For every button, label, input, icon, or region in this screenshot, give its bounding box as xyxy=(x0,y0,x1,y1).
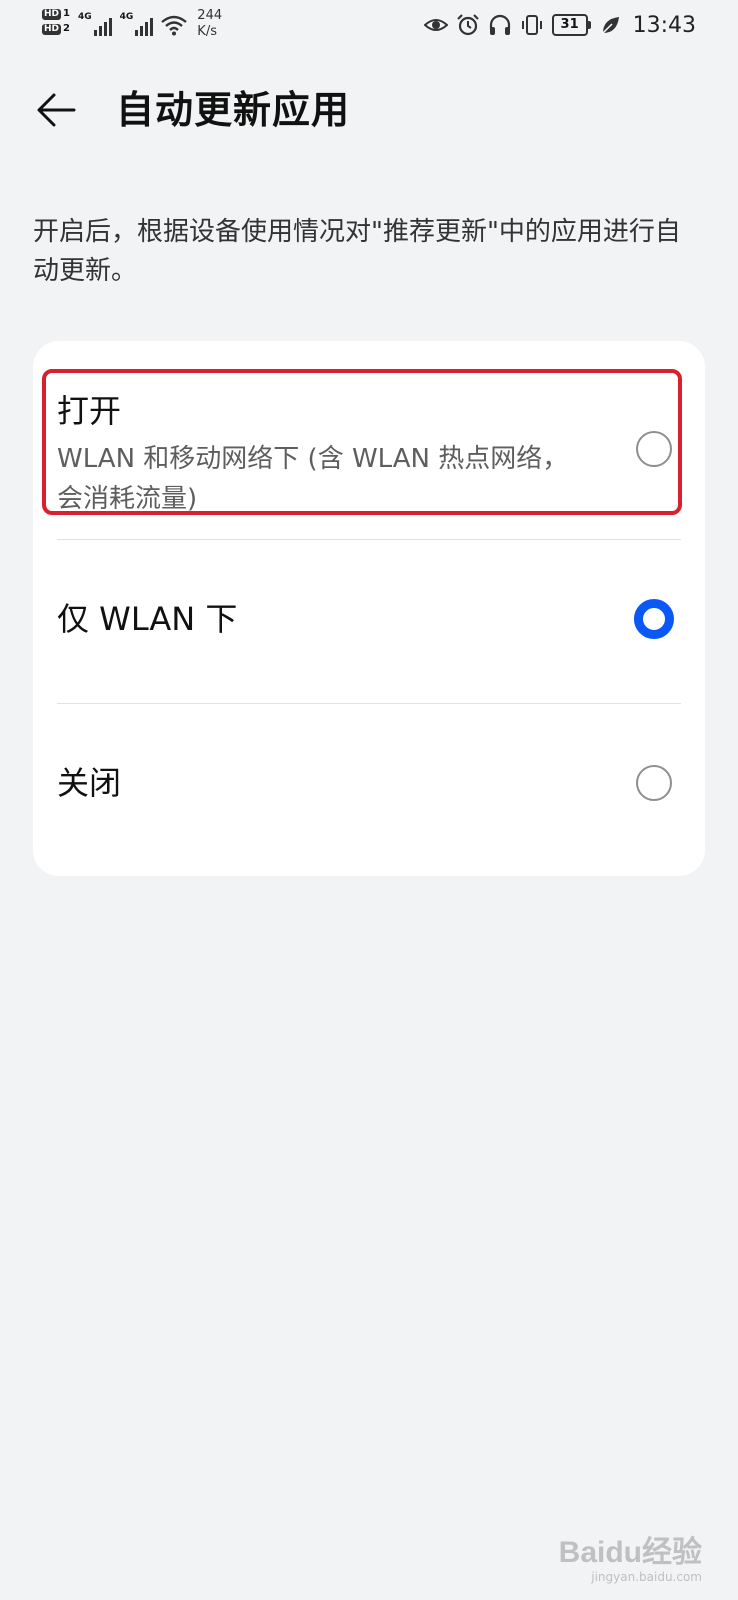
radio-button[interactable] xyxy=(636,765,672,801)
radio-button[interactable] xyxy=(636,431,672,467)
description-text: 开启后，根据设备使用情况对"推荐更新"中的应用进行自动更新。 xyxy=(33,217,681,286)
option-label: 关闭 xyxy=(57,764,122,802)
option-wlan-only[interactable]: 仅 WLAN 下 xyxy=(33,539,705,699)
option-label: 打开 xyxy=(57,392,122,430)
status-bar-right: 31 13:43 xyxy=(423,12,696,38)
network-type: 4G xyxy=(119,12,134,22)
arrow-left-icon xyxy=(37,93,76,127)
option-off[interactable]: 关闭 xyxy=(33,703,705,863)
options-card: 打开 WLAN 和移动网络下 (含 WLAN 热点网络，会消耗流量) 仅 WLA… xyxy=(33,341,705,876)
watermark-logo: Baidu经验 xyxy=(558,1536,702,1569)
radio-button-selected[interactable] xyxy=(634,599,674,639)
speed-unit: K/s xyxy=(197,24,217,39)
hd-badge: HD xyxy=(42,23,62,35)
watermark-url: jingyan.baidu.com xyxy=(591,1570,702,1584)
vibrate-icon xyxy=(521,15,542,35)
eye-icon xyxy=(423,19,448,31)
sim-index: 2 xyxy=(63,23,70,34)
hd-badge: HD xyxy=(42,8,62,20)
status-bar-left: HD 1 HD 2 4G 4G 244 K/s xyxy=(42,8,222,40)
network-speed: 244 K/s xyxy=(197,8,222,40)
option-sublabel: WLAN 和移动网络下 (含 WLAN 热点网络，会消耗流量) xyxy=(57,444,569,514)
page-title: 自动更新应用 xyxy=(116,88,351,132)
headphones-icon xyxy=(489,14,510,35)
sim2-indicator: HD 2 xyxy=(42,23,70,35)
sim-index: 1 xyxy=(63,8,70,19)
header: 自动更新应用 xyxy=(0,80,738,140)
option-on[interactable]: 打开 WLAN 和移动网络下 (含 WLAN 热点网络，会消耗流量) xyxy=(33,371,705,529)
back-button[interactable] xyxy=(30,86,82,134)
status-bar: HD 1 HD 2 4G 4G 244 K/s 31 13:43 xyxy=(0,0,738,50)
sim1-indicator: HD 1 xyxy=(42,8,70,20)
sim-indicators: HD 1 HD 2 xyxy=(42,8,70,35)
option-label: 仅 WLAN 下 xyxy=(57,600,238,638)
battery-icon: 31 xyxy=(551,14,591,36)
alarm-icon xyxy=(456,14,479,36)
battery-level: 31 xyxy=(551,14,588,36)
leaf-icon xyxy=(602,17,619,34)
signal-icon: 4G xyxy=(78,10,112,36)
network-type: 4G xyxy=(77,12,92,22)
clock: 13:43 xyxy=(632,12,696,38)
watermark: Baidu经验 jingyan.baidu.com xyxy=(559,1536,702,1584)
wifi-icon xyxy=(161,15,188,36)
signal-icon: 4G xyxy=(120,10,154,36)
speed-value: 244 xyxy=(197,8,223,23)
